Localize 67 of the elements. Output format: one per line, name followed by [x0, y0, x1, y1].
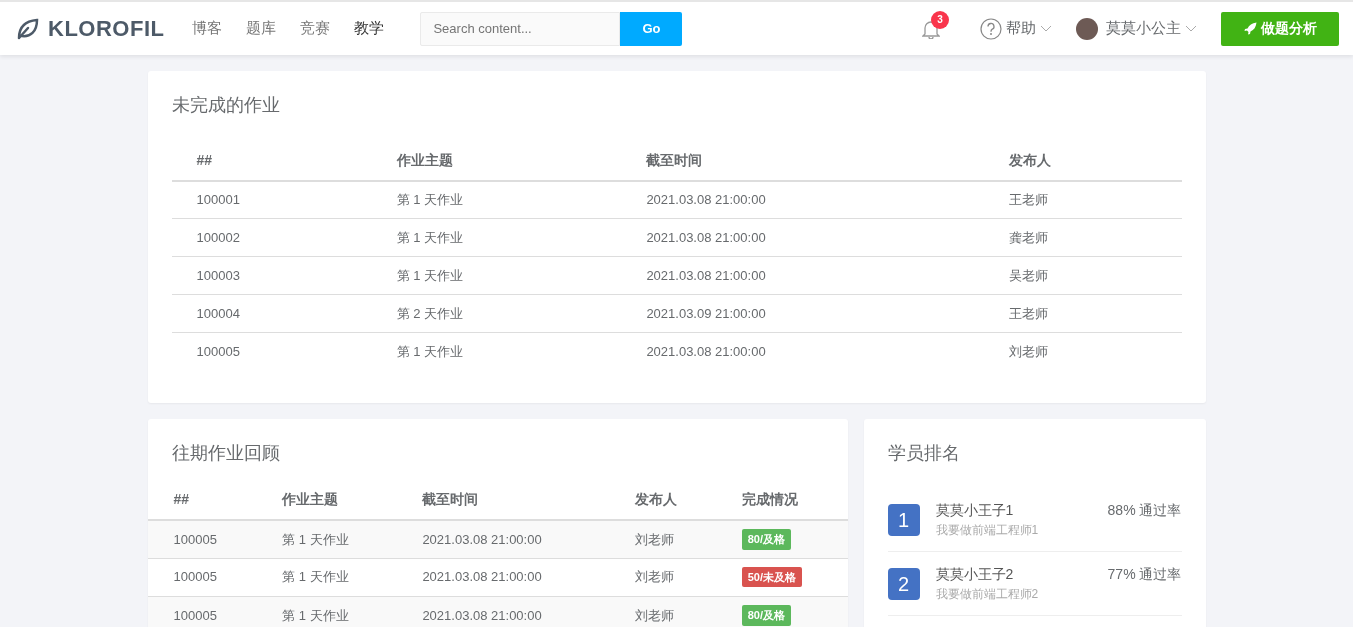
rocket-icon [1243, 22, 1257, 35]
search-field[interactable]: Search content... [420, 11, 621, 46]
table-cell: 第 1 天作业 [256, 558, 397, 597]
pass-rate: 88% 通过率 [1107, 501, 1182, 521]
student-motto: 我要做前端工程师2 [935, 586, 1040, 604]
brand-logo-text: KLOROFIL [48, 15, 165, 43]
nav-link[interactable]: 题库 [234, 17, 289, 40]
help-icon[interactable] [980, 17, 1002, 40]
table-cell: 100002 [171, 218, 372, 257]
table-cell: 100005 [147, 520, 257, 559]
student-name: 莫莫小王子2 [935, 565, 1015, 585]
table-cell: 第 1 天作业 [371, 180, 622, 219]
pass-status-label: 80/及格 [741, 605, 791, 626]
table-cell: 第 1 天作业 [371, 218, 622, 257]
nav-link[interactable]: 教学 [342, 17, 397, 40]
table-cell: 2021.03.08 21:00:00 [621, 256, 985, 295]
student-name: 莫莫小王子1 [935, 501, 1015, 521]
table-cell: 王老师 [984, 294, 1182, 333]
help-menu[interactable]: 帮助 [1006, 17, 1036, 40]
column-header: 发布人 [984, 140, 1182, 181]
table-cell: 龚老师 [984, 218, 1182, 257]
chevron-down-icon [1185, 24, 1197, 33]
rank-number: 1 [887, 504, 920, 537]
table-cell: 2021.03.08 21:00:00 [396, 596, 609, 627]
table-cell: 刘老师 [984, 332, 1182, 371]
column-header: 作业主题 [371, 140, 622, 181]
table-cell: 2021.03.08 21:00:00 [396, 558, 609, 597]
rank-number: 2 [887, 568, 920, 601]
go-button[interactable]: Go [620, 11, 683, 46]
panel-title: 学员排名 [887, 442, 961, 465]
user-avatar [1076, 17, 1098, 40]
fail-status-label: 50/未及格 [741, 566, 802, 588]
student-motto: 我要做前端工程师1 [935, 522, 1040, 540]
table-cell: 100004 [171, 294, 372, 333]
table-cell: 第 1 天作业 [256, 596, 397, 627]
analysis-button[interactable]: 做题分析 [1221, 11, 1339, 46]
table-cell: 2021.03.08 21:00:00 [621, 332, 985, 371]
table-cell: 第 1 天作业 [371, 256, 622, 295]
table-cell: 2021.03.08 21:00:00 [396, 520, 609, 559]
user-menu[interactable]: 莫莫小公主 [1106, 17, 1181, 40]
table-cell: 刘老师 [608, 558, 716, 597]
table-cell: 100003 [171, 256, 372, 295]
panel-title: 未完成的作业 [171, 95, 281, 117]
column-header: 截至时间 [621, 140, 985, 181]
nav-link[interactable]: 博客 [180, 17, 235, 40]
nav-link[interactable]: 竞赛 [288, 17, 343, 40]
table-cell: 2021.03.09 21:00:00 [621, 294, 985, 333]
pass-status-label: 80/及格 [741, 529, 791, 550]
table-cell: 第 1 天作业 [371, 332, 622, 371]
table-cell: 第 1 天作业 [256, 520, 397, 559]
table-cell: 王老师 [984, 180, 1182, 219]
leaf-icon [16, 17, 40, 40]
column-header: ## [171, 140, 372, 181]
table-cell: 刘老师 [608, 596, 716, 627]
table-cell: 第 2 天作业 [371, 294, 622, 333]
table-cell: 2021.03.08 21:00:00 [621, 218, 985, 257]
table-cell: 100005 [147, 558, 257, 597]
table-cell: 刘老师 [608, 520, 716, 559]
table-cell: 100005 [147, 596, 257, 627]
notification-count: 3 [931, 10, 949, 29]
chevron-down-icon [1040, 24, 1052, 33]
pass-rate: 77% 通过率 [1107, 565, 1182, 585]
table-cell: 100005 [171, 332, 372, 371]
table-cell: 吴老师 [984, 256, 1182, 295]
panel-title: 往期作业回顾 [170, 442, 281, 465]
table-cell: 2021.03.08 21:00:00 [621, 180, 985, 219]
table-cell: 100001 [171, 180, 372, 219]
